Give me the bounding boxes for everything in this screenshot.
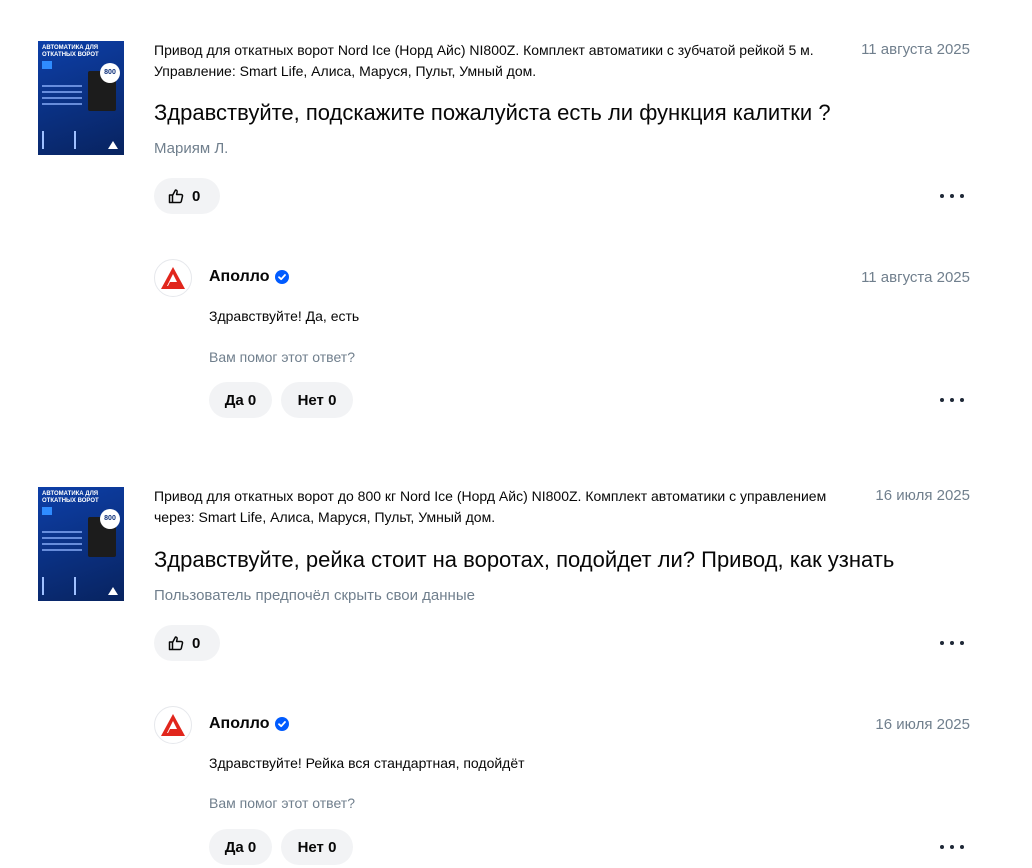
seller-name[interactable]: Аполло — [209, 268, 290, 286]
more-dots-icon[interactable] — [940, 394, 964, 406]
vote-no-button[interactable]: Нет 0 — [281, 829, 353, 865]
more-dots-icon[interactable] — [940, 841, 964, 853]
question-date: 16 июля 2025 — [875, 487, 970, 504]
seller-name-label: Аполло — [209, 268, 270, 285]
seller-avatar — [154, 259, 192, 297]
thumbnail-badge: 800 — [100, 63, 120, 83]
thumbnail-title: АВТОМАТИКА ДЛЯ ОТКАТНЫХ ВОРОТ — [42, 491, 99, 504]
thumbnail-logo — [108, 141, 118, 149]
thumbnail-title: АВТОМАТИКА ДЛЯ ОТКАТНЫХ ВОРОТ — [42, 45, 99, 58]
thumbnail-flag — [42, 61, 52, 69]
thumbnail-logo — [108, 587, 118, 595]
verified-check-icon — [275, 717, 290, 731]
question-author: Мариям Л. — [154, 140, 229, 157]
seller-avatar — [154, 706, 192, 744]
seller-name-label: Аполло — [209, 715, 270, 732]
thumbnail-flag — [42, 507, 52, 515]
product-thumbnail[interactable]: АВТОМАТИКА ДЛЯ ОТКАТНЫХ ВОРОТ 800 — [38, 487, 124, 601]
apollo-logo-icon — [161, 714, 185, 736]
seller-name[interactable]: Аполло — [209, 715, 290, 733]
question-author: Пользователь предпочёл скрыть свои данны… — [154, 587, 475, 604]
question-date: 11 августа 2025 — [861, 41, 970, 58]
like-button[interactable]: 0 — [154, 625, 220, 661]
thumbnail-rails — [42, 131, 76, 149]
thumbnail-rails — [42, 577, 76, 595]
thumbnail-badge: 800 — [100, 509, 120, 529]
question-text: Здравствуйте, подскажите пожалуйста есть… — [154, 100, 831, 125]
more-dots-icon[interactable] — [940, 637, 964, 649]
vote-yes-button[interactable]: Да 0 — [209, 382, 272, 418]
product-title-link[interactable]: Привод для откатных ворот до 800 кг Nord… — [154, 486, 854, 528]
answer-text: Здравствуйте! Рейка вся стандартная, под… — [209, 755, 525, 771]
vote-no-button[interactable]: Нет 0 — [281, 382, 353, 418]
helpful-prompt: Вам помог этот ответ? — [209, 795, 355, 811]
product-thumbnail[interactable]: АВТОМАТИКА ДЛЯ ОТКАТНЫХ ВОРОТ 800 — [38, 41, 124, 155]
like-button[interactable]: 0 — [154, 178, 220, 214]
apollo-logo-icon — [161, 267, 185, 289]
like-count: 0 — [192, 187, 201, 205]
helpful-prompt: Вам помог этот ответ? — [209, 349, 355, 365]
answer-date: 16 июля 2025 — [875, 716, 970, 733]
thumbs-up-icon — [168, 189, 184, 204]
more-dots-icon[interactable] — [940, 190, 964, 202]
verified-check-icon — [275, 270, 290, 284]
question-text: Здравствуйте, рейка стоит на воротах, по… — [154, 547, 895, 572]
like-count: 0 — [192, 634, 201, 652]
thumbnail-lines — [42, 531, 82, 555]
product-title-link[interactable]: Привод для откатных ворот Nord Ice (Норд… — [154, 40, 854, 82]
answer-date: 11 августа 2025 — [861, 269, 970, 286]
answer-text: Здравствуйте! Да, есть — [209, 308, 360, 324]
vote-yes-button[interactable]: Да 0 — [209, 829, 272, 865]
thumbs-up-icon — [168, 636, 184, 651]
thumbnail-lines — [42, 85, 82, 109]
